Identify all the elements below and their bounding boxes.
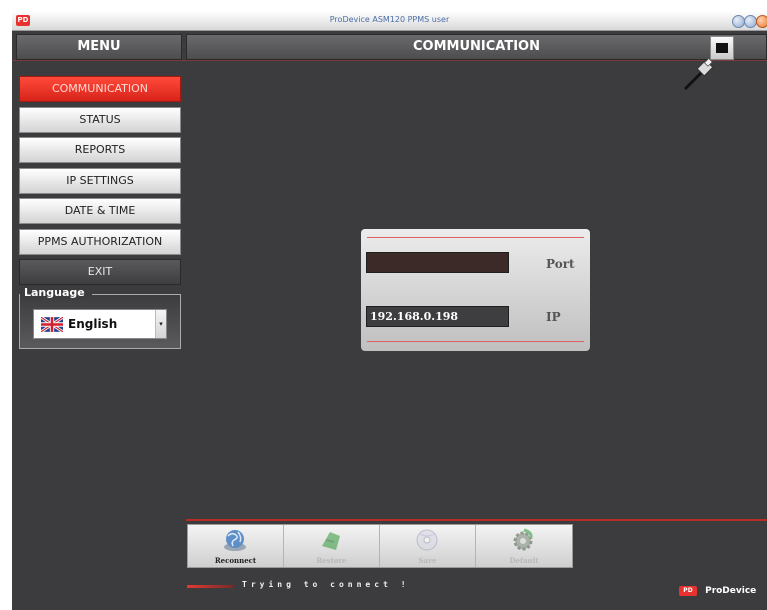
app-window: PD ProDevice ASM120 PPMS user MENU COMMU… [12, 12, 767, 610]
restore-label: Restore [316, 556, 347, 565]
globe-icon [224, 530, 246, 551]
exit-button[interactable]: EXIT [19, 259, 181, 285]
sidebar-item-date-time[interactable]: DATE & TIME [19, 198, 181, 224]
title-bar[interactable]: PD ProDevice ASM120 PPMS user [12, 12, 767, 31]
reconnect-button[interactable]: Reconnect [188, 525, 284, 567]
brand-name: ProDevice [705, 585, 757, 596]
brand-logo-icon: PD [679, 585, 697, 596]
language-group: Language English ▾ [19, 286, 181, 349]
window-title: ProDevice ASM120 PPMS user [329, 15, 450, 24]
sidebar-item-communication[interactable]: COMMUNICATION [19, 76, 181, 102]
default-label: Default [509, 556, 539, 565]
language-group-border [92, 294, 180, 295]
close-button[interactable] [756, 15, 767, 28]
status-text: Trying to connect ! [242, 580, 410, 589]
restore-icon [322, 532, 340, 550]
language-legend: Language [22, 286, 87, 299]
save-label: Save [418, 556, 437, 565]
dropdown-arrow-icon[interactable]: ▾ [155, 310, 166, 338]
status-indicator [187, 585, 233, 588]
port-input[interactable] [366, 252, 509, 273]
disc-icon [416, 529, 438, 551]
save-button[interactable]: Save [380, 525, 476, 567]
ip-label: IP [546, 310, 561, 324]
port-label: Port [546, 257, 575, 271]
connection-panel: Port 192.168.0.198 IP [361, 229, 590, 351]
menu-header: MENU [16, 34, 182, 60]
toolbar-divider [186, 519, 767, 521]
page-title: COMMUNICATION [186, 34, 767, 60]
sidebar-item-ip-settings[interactable]: IP SETTINGS [19, 168, 181, 194]
uk-flag-icon [41, 317, 63, 332]
action-toolbar: Reconnect Restore Save Default [187, 524, 573, 568]
reconnect-label: Reconnect [214, 556, 257, 565]
ip-input[interactable]: 192.168.0.198 [366, 306, 509, 327]
ethernet-cable-icon [683, 57, 714, 91]
language-select[interactable]: English ▾ [33, 309, 167, 339]
sidebar-item-status[interactable]: STATUS [19, 107, 181, 133]
panel-bottom-line [367, 341, 584, 342]
restore-button[interactable]: Restore [284, 525, 380, 567]
gear-icon [513, 528, 533, 551]
default-button[interactable]: Default [476, 525, 572, 567]
brand: PD ProDevice [679, 580, 756, 596]
sidebar-item-ppms-authorization[interactable]: PPMS AUTHORIZATION [19, 229, 181, 255]
panel-top-line [367, 237, 584, 238]
header-divider [12, 60, 767, 61]
sidebar-item-reports[interactable]: REPORTS [19, 137, 181, 163]
language-value: English [68, 317, 118, 331]
